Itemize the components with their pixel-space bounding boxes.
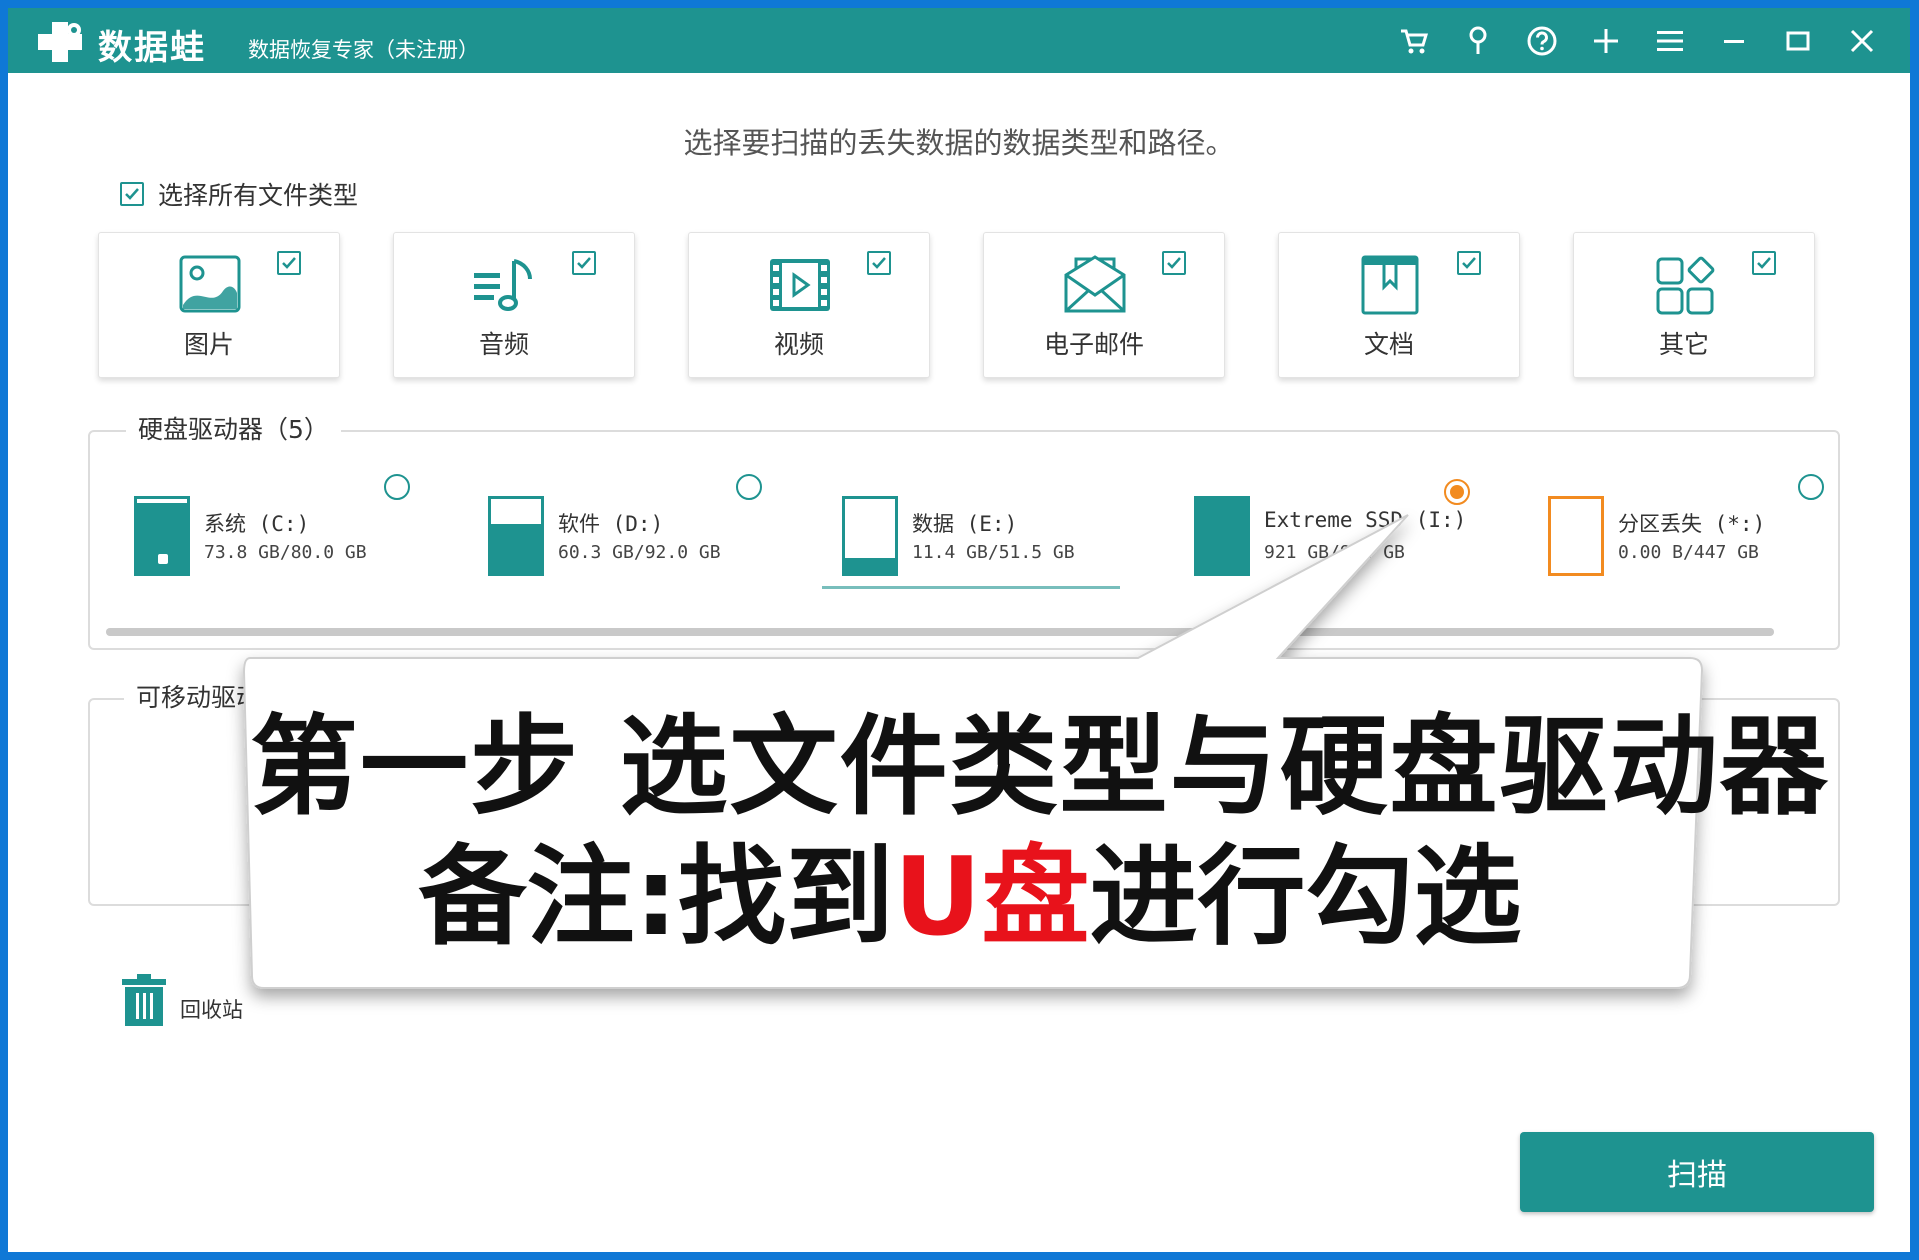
drive-i[interactable]: Extreme SSD (I:) 921 GB/932 GB [1194, 479, 1534, 596]
checkbox-checked-icon[interactable] [1162, 251, 1186, 275]
callout-line-2-prefix: 备注:找到 [418, 835, 894, 960]
app-name: 数据蛙 [98, 28, 206, 68]
drive-d[interactable]: 软件 (D:) 60.3 GB/92.0 GB [488, 474, 828, 596]
close-icon[interactable] [1844, 23, 1880, 59]
drive-size: 60.3 GB/92.0 GB [558, 542, 721, 563]
drive-icon [842, 496, 898, 576]
file-type-email[interactable]: 电子邮件 [983, 232, 1225, 378]
checkbox-checked-icon[interactable] [120, 182, 144, 206]
drive-icon [1548, 496, 1604, 576]
app-window: 数据蛙 数据恢复专家（未注册） 选择要扫描的丢失数据的数据类型和路径。 选择所有… [8, 8, 1910, 1252]
hard-drives-title: 硬盘驱动器（5） [126, 410, 341, 446]
drive-e[interactable]: 数据 (E:) 11.4 GB/51.5 GB [822, 486, 1182, 596]
drive-name: 系统 (C:) [204, 512, 310, 536]
cart-icon[interactable] [1396, 23, 1432, 59]
plus-icon[interactable] [1588, 23, 1624, 59]
menu-icon[interactable] [1652, 23, 1688, 59]
drive-name: 分区丢失 (*:) [1618, 512, 1766, 536]
file-type-document[interactable]: 文档 [1278, 232, 1520, 378]
drive-size: 0.00 B/447 GB [1618, 542, 1759, 563]
drive-name: 软件 (D:) [558, 512, 664, 536]
file-type-label: 文档 [1363, 330, 1414, 359]
checkbox-checked-icon[interactable] [572, 251, 596, 275]
page-headline: 选择要扫描的丢失数据的数据类型和路径。 [683, 126, 1235, 160]
video-icon [770, 259, 830, 311]
callout-line-2: 备注:找到U盘进行勾选 [250, 810, 1690, 966]
drive-name: Extreme SSD (I:) [1264, 508, 1467, 532]
callout-line-2-suffix: 进行勾选 [1089, 835, 1522, 960]
document-icon [1361, 255, 1419, 315]
select-all-label: 选择所有文件类型 [158, 181, 359, 210]
drive-c[interactable]: 系统 (C:) 73.8 GB/80.0 GB [134, 474, 474, 596]
callout-text: 第一步 选文件类型与硬盘驱动器 备注:找到U盘进行勾选 [250, 650, 1828, 980]
file-type-audio[interactable]: 音频 [393, 232, 635, 378]
checkbox-checked-icon[interactable] [277, 251, 301, 275]
select-all-checkbox[interactable]: 选择所有文件类型 [120, 176, 358, 212]
scan-button[interactable]: 扫描 [1520, 1132, 1874, 1212]
app-subtitle: 数据恢复专家（未注册） [248, 38, 479, 62]
drive-radio[interactable] [384, 474, 410, 500]
drive-lost-partition[interactable]: 分区丢失 (*:) 0.00 B/447 GB [1548, 474, 1888, 596]
file-type-image[interactable]: 图片 [98, 232, 340, 378]
drive-radio-selected[interactable] [1444, 479, 1470, 505]
recycle-bin[interactable]: 回收站 [122, 974, 243, 1026]
title-bar-controls [1396, 22, 1880, 60]
file-type-other[interactable]: 其它 [1573, 232, 1815, 378]
drive-icon [488, 496, 544, 576]
drive-icon [134, 496, 190, 576]
help-icon[interactable] [1524, 23, 1560, 59]
image-icon [179, 255, 241, 313]
title-bar: 数据蛙 数据恢复专家（未注册） [8, 8, 1910, 73]
audio-icon [474, 259, 532, 311]
recycle-bin-label: 回收站 [180, 998, 243, 1022]
file-type-video[interactable]: 视频 [688, 232, 930, 378]
drive-radio[interactable] [1798, 474, 1824, 500]
minimize-icon[interactable] [1716, 23, 1752, 59]
maximize-icon[interactable] [1780, 23, 1816, 59]
file-type-label: 音频 [478, 330, 529, 359]
hard-drives-group: 硬盘驱动器（5） 系统 (C:) 73.8 GB/80.0 GB 软件 (D:)… [88, 410, 1840, 650]
drive-size: 11.4 GB/51.5 GB [912, 542, 1075, 563]
callout-highlight: U盘 [893, 835, 1090, 960]
email-icon [1064, 255, 1126, 313]
trash-icon [122, 974, 166, 1026]
file-type-label: 视频 [773, 330, 824, 359]
drive-size: 921 GB/932 GB [1264, 542, 1405, 563]
horizontal-scrollbar[interactable] [106, 628, 1774, 636]
file-type-cards: 图片 音频 视频 电子邮件 文档 其它 [98, 232, 1826, 380]
drive-hover-underline [822, 586, 1120, 589]
checkbox-checked-icon[interactable] [1457, 251, 1481, 275]
drive-radio[interactable] [736, 474, 762, 500]
pin-icon[interactable] [1460, 23, 1496, 59]
file-type-label: 图片 [183, 330, 234, 359]
file-type-label: 其它 [1658, 330, 1709, 359]
frog-logo-icon [38, 22, 82, 62]
checkbox-checked-icon[interactable] [867, 251, 891, 275]
drive-icon [1194, 496, 1250, 576]
checkbox-checked-icon[interactable] [1752, 251, 1776, 275]
other-icon [1656, 256, 1715, 315]
file-type-label: 电子邮件 [1043, 330, 1144, 359]
drive-name: 数据 (E:) [912, 512, 1018, 536]
scrollbar-thumb[interactable] [106, 628, 1774, 636]
drive-size: 73.8 GB/80.0 GB [204, 542, 367, 563]
